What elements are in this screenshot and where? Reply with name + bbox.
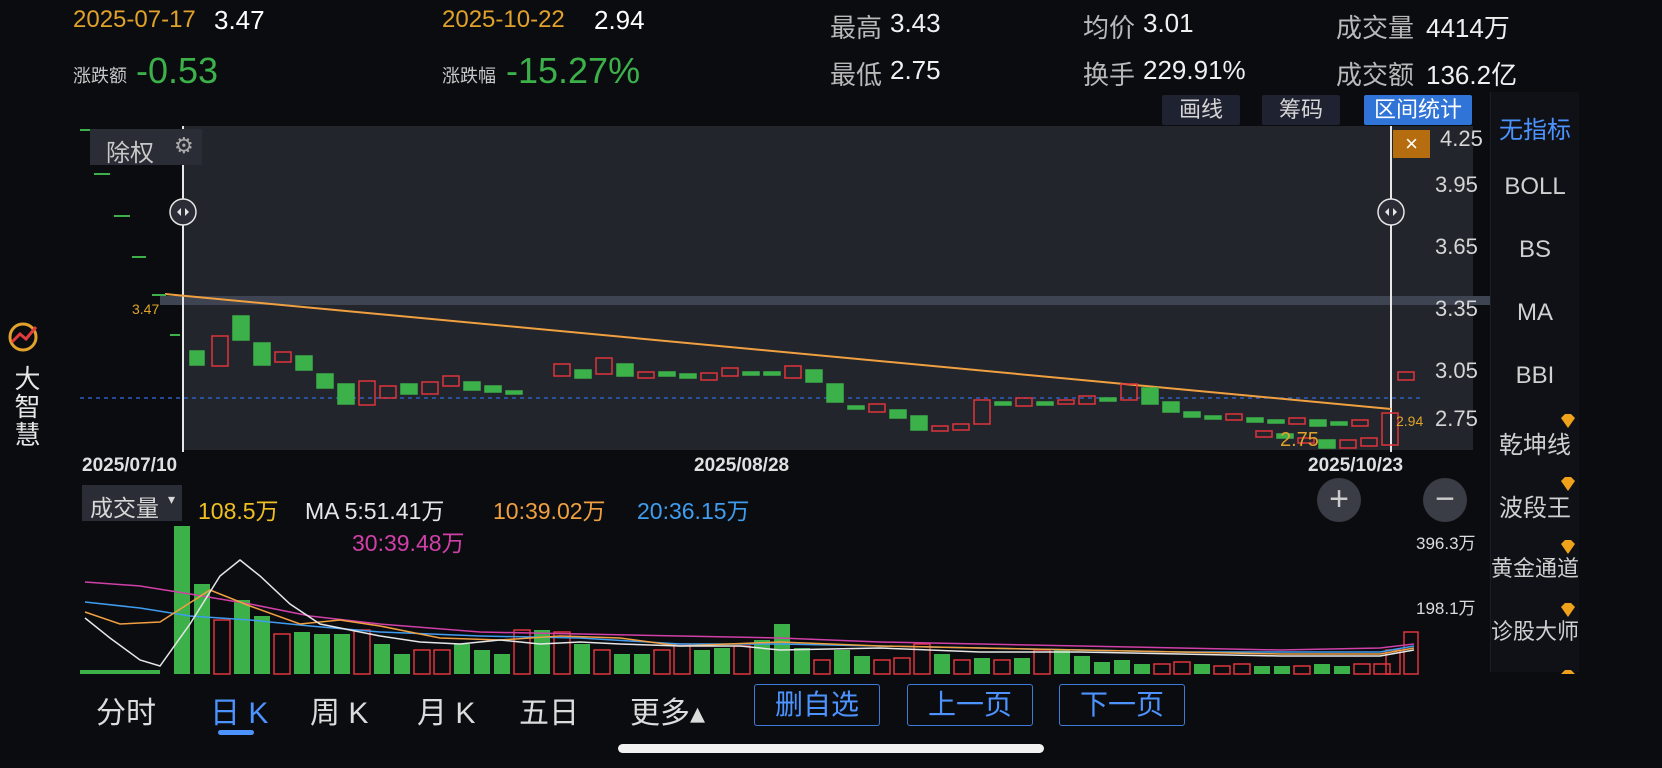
pct-value: -15.27%	[506, 50, 641, 91]
active-tab-indicator	[218, 730, 254, 735]
volume-value: 4414万	[1426, 13, 1510, 43]
premium-gem-icon	[1561, 603, 1575, 617]
tab-weekly[interactable]: 周 K	[310, 688, 368, 732]
tab-daily[interactable]: 日 K	[210, 688, 268, 732]
indicator-gold-channel[interactable]: 黄金通道	[1491, 551, 1579, 583]
range-stats-button[interactable]: 区间统计	[1364, 95, 1472, 125]
price-chart[interactable]: 4.25 3.95 3.65 3.35 3.05 2.75 3.47 2.94 …	[80, 126, 1490, 452]
y-tick: 4.25	[1440, 126, 1483, 151]
premium-gem-icon	[1561, 414, 1575, 428]
indicator-qiankun[interactable]: 乾坤线	[1491, 425, 1579, 460]
turnover-label: 换手	[1083, 60, 1136, 90]
indicator-ma[interactable]: MA	[1491, 299, 1579, 327]
chips-button[interactable]: 筹码	[1262, 95, 1340, 125]
end-value: 2.94	[594, 5, 645, 35]
zoom-out-button[interactable]: −	[1423, 478, 1467, 522]
y-tick: 2.75	[1435, 406, 1478, 431]
reference-band	[160, 296, 1490, 305]
indicator-none[interactable]: 无指标	[1491, 110, 1579, 145]
change-label: 涨跌额	[73, 66, 127, 86]
settings-icon: ⚙	[174, 133, 194, 158]
range-end-handle[interactable]	[1377, 198, 1405, 226]
volume-label: 成交量	[1336, 13, 1415, 43]
end-price-marker: 2.94	[1396, 413, 1423, 429]
high-value: 3.43	[890, 8, 941, 38]
y-tick: 3.05	[1435, 358, 1478, 383]
close-range-button[interactable]: ×	[1393, 130, 1430, 158]
premium-gem-icon	[1561, 540, 1575, 554]
amount-label: 成交额	[1336, 60, 1415, 90]
x-tick: 2025/10/23	[1308, 455, 1404, 476]
indicator-bs[interactable]: BS	[1491, 236, 1579, 264]
avg-label: 均价	[1083, 13, 1136, 43]
next-page-button[interactable]: 下一页	[1059, 684, 1185, 726]
x-tick: 2025/08/28	[694, 455, 790, 476]
amount-value: 136.2亿	[1426, 60, 1518, 90]
volume-selector[interactable]: 成交量 ▾	[82, 485, 182, 521]
app-logo: 大智慧	[8, 322, 41, 449]
premium-gem-icon	[1561, 477, 1575, 491]
volume-ma20-line	[84, 601, 1415, 653]
volume-y-mid: 198.1万	[1416, 599, 1476, 618]
adjust-mode-label: 除权	[106, 140, 154, 167]
range-start-handle[interactable]	[169, 198, 197, 226]
indicator-diagnosis[interactable]: 诊股大师	[1491, 614, 1579, 646]
low-value: 2.75	[890, 55, 941, 85]
change-value: -0.53	[136, 50, 219, 91]
remove-watchlist-button[interactable]: 删自选	[754, 684, 880, 726]
start-value: 3.47	[214, 5, 265, 35]
premium-gem-icon	[1561, 670, 1575, 674]
indicator-boduan[interactable]: 波段王	[1491, 488, 1579, 523]
pct-label: 涨跌幅	[442, 66, 496, 86]
indicator-bbi[interactable]: BBI	[1491, 362, 1579, 390]
volume-y-top: 396.3万	[1416, 534, 1476, 553]
start-date: 2025-07-17	[73, 6, 196, 33]
app-name: 大智慧	[11, 365, 41, 449]
adjust-mode-button[interactable]: 除权 ⚙	[90, 129, 202, 167]
tab-intraday[interactable]: 分时	[96, 688, 156, 732]
y-tick: 3.65	[1435, 234, 1478, 259]
dropdown-icon: ▾	[168, 491, 176, 507]
volume-chart	[80, 526, 1419, 675]
volume-ma30-line	[84, 581, 1415, 651]
low-label: 最低	[830, 60, 883, 90]
tab-five-day[interactable]: 五日	[519, 688, 579, 732]
y-tick: 3.95	[1435, 172, 1478, 197]
volume-selector-label: 成交量	[90, 495, 159, 521]
prev-page-button[interactable]: 上一页	[907, 684, 1033, 726]
tab-monthly[interactable]: 月 K	[417, 688, 475, 732]
turnover-value: 229.91%	[1143, 55, 1246, 85]
indicator-boll[interactable]: BOLL	[1491, 173, 1579, 201]
high-label: 最高	[830, 13, 883, 43]
y-tick: 3.35	[1435, 296, 1478, 321]
end-date: 2025-10-22	[442, 6, 565, 33]
draw-line-button[interactable]: 画线	[1162, 95, 1240, 125]
close-icon: ×	[1405, 131, 1418, 156]
x-tick: 2025/07/10	[82, 455, 178, 476]
tab-more[interactable]: 更多▴	[630, 688, 705, 732]
low-price-marker: 2.75	[1280, 429, 1319, 451]
home-indicator[interactable]	[618, 744, 1044, 753]
start-price-marker: 3.47	[132, 301, 159, 317]
app-logo-icon	[8, 322, 38, 352]
zoom-in-button[interactable]: +	[1317, 478, 1361, 522]
avg-value: 3.01	[1143, 8, 1194, 38]
indicator-sidebar: 无指标 BOLL BS MA BBI 乾坤线 波段王 黄金通道 诊股大师	[1490, 92, 1579, 674]
